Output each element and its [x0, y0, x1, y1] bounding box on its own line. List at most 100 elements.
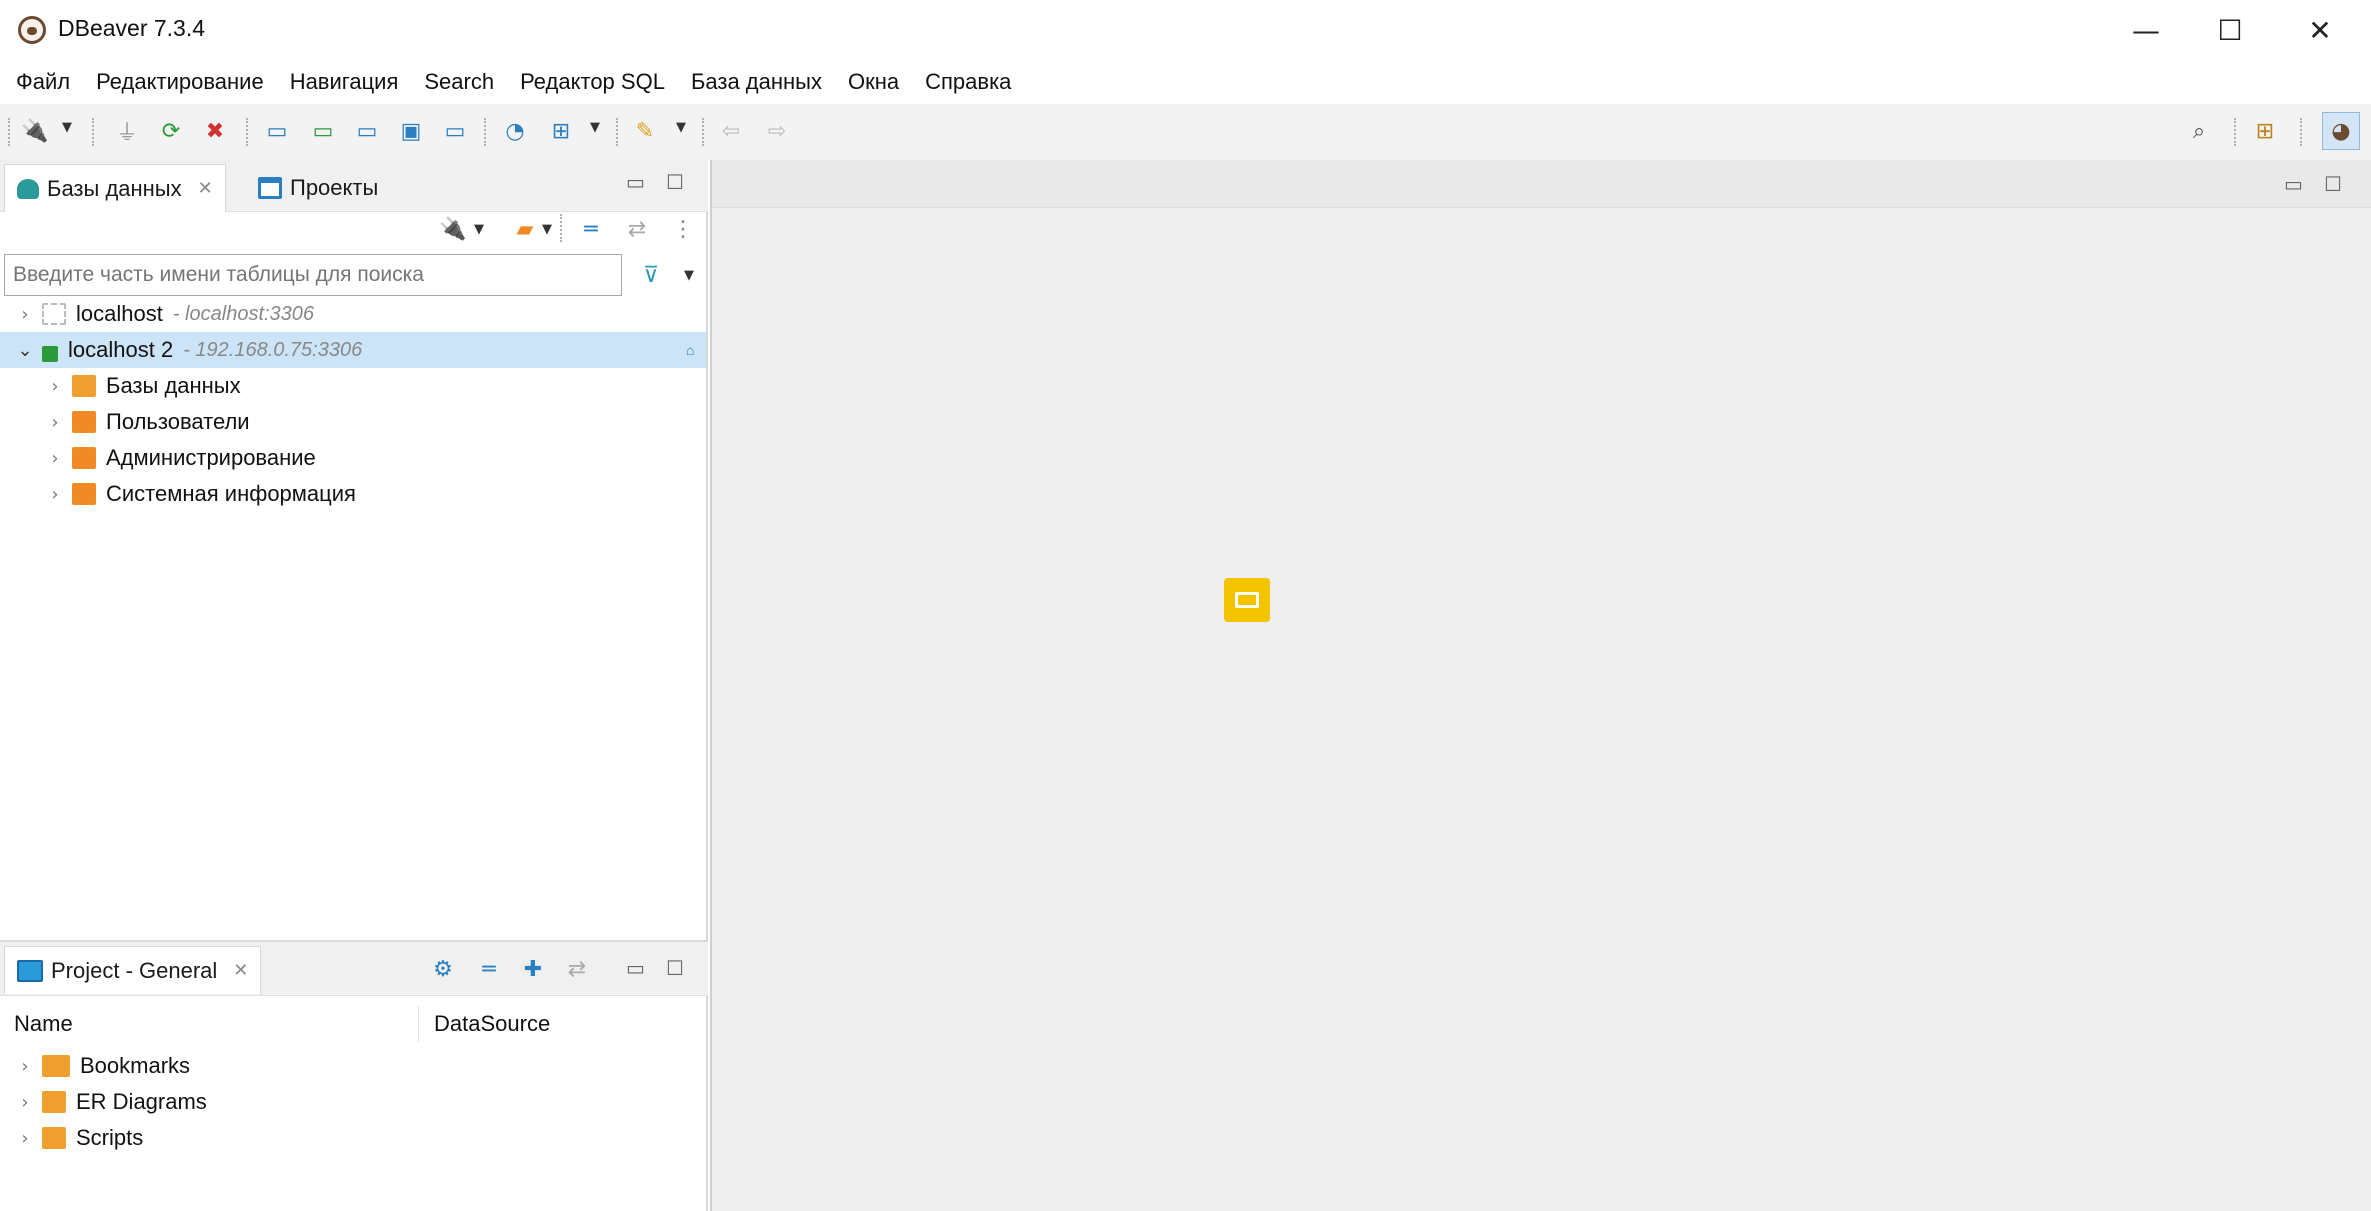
link-with-editor-icon[interactable]: ⇄ [562, 954, 592, 984]
admin-folder-icon [72, 447, 96, 469]
view-menu-icon[interactable]: ⋮ [668, 214, 698, 244]
chevron-down-icon[interactable]: ▼ [676, 120, 686, 135]
chevron-right-icon[interactable]: › [14, 1092, 36, 1113]
collapse-all-icon[interactable]: ═ [576, 214, 606, 244]
open-sql-script-icon[interactable]: ▭ [308, 116, 338, 146]
menu-window[interactable]: Окна [848, 69, 899, 95]
maximize-panel-icon[interactable]: ☐ [2324, 172, 2342, 196]
tab-databases-label: Базы данных [47, 175, 182, 201]
column-header-datasource[interactable]: DataSource [434, 1004, 550, 1044]
filter-icon[interactable]: ⊽ [636, 260, 666, 290]
project-icon [17, 959, 43, 982]
tree-node-localhost-2[interactable]: ⌄ localhost 2 - 192.168.0.75:3306 ⌂ [0, 332, 706, 368]
close-icon[interactable]: ✕ [198, 178, 213, 199]
chevron-right-icon[interactable]: › [44, 448, 66, 469]
link-with-editor-icon[interactable]: ⇄ [622, 214, 652, 244]
new-sql-script-icon[interactable]: ▭ [352, 116, 382, 146]
main-toolbar: 🔌 ▼ ⏚ ⟳ ✖ ▭ ▭ ▭ ▣ ▭ ◔ ⊞ ▼ ✎ ▼ ⇦ ⇨ ⌕ ⊞ ◕ [0, 104, 2371, 160]
tree-node-system-info[interactable]: › Системная информация [0, 476, 706, 512]
database-icon [17, 178, 39, 199]
new-connection-icon[interactable]: 🔌 [438, 214, 468, 244]
connected-icon [42, 346, 58, 362]
bookmarks-folder-icon [42, 1055, 70, 1077]
menu-sql-editor[interactable]: Редактор SQL [520, 69, 665, 95]
dashboard-icon[interactable]: ◔ [500, 116, 530, 146]
new-folder-icon[interactable]: ▰ [510, 214, 540, 244]
maximize-button[interactable]: ☐ [2188, 0, 2272, 60]
maximize-panel-icon[interactable]: ☐ [666, 170, 684, 194]
dbeaver-perspective-icon[interactable]: ◕ [2322, 112, 2360, 150]
minimize-button[interactable]: — [2104, 0, 2188, 60]
minimize-panel-icon[interactable]: ▭ [626, 170, 645, 194]
close-button[interactable]: ✕ [2278, 0, 2362, 60]
node-label: Администрирование [106, 445, 316, 470]
connection-host: - localhost:3306 [172, 302, 315, 325]
disconnect-icon[interactable]: ⏚ [112, 116, 142, 146]
settings-icon[interactable]: ⚙ [428, 954, 458, 984]
minimize-panel-icon[interactable]: ▭ [626, 956, 645, 980]
navigator-tab-strip: Базы данных ✕ Проекты ▭ ☐ [0, 160, 708, 212]
system-info-folder-icon [72, 483, 96, 505]
table-search-input[interactable] [4, 254, 622, 296]
back-icon[interactable]: ⇦ [716, 116, 746, 146]
disconnect-all-icon[interactable]: ✖ [200, 116, 230, 146]
maximize-panel-icon[interactable]: ☐ [666, 956, 684, 980]
column-header-name[interactable]: Name [14, 1004, 73, 1044]
menu-edit[interactable]: Редактирование [96, 69, 264, 95]
chevron-down-icon[interactable]: ▼ [62, 120, 72, 135]
chevron-down-icon[interactable]: ▼ [684, 268, 694, 283]
chevron-right-icon[interactable]: › [14, 304, 36, 325]
tools-icon[interactable]: ✎ [630, 116, 660, 146]
menu-navigate[interactable]: Навигация [290, 69, 399, 95]
minimize-panel-icon[interactable]: ▭ [2284, 172, 2303, 196]
search-icon[interactable]: ⌕ [2184, 116, 2214, 146]
close-icon[interactable]: ✕ [233, 960, 248, 981]
connection-icon [42, 303, 66, 325]
chevron-down-icon[interactable]: ▼ [590, 120, 600, 135]
tab-projects[interactable]: Проекты [246, 164, 390, 212]
tab-project-label: Project - General [51, 957, 218, 983]
window-title: DBeaver 7.3.4 [58, 15, 206, 41]
chevron-down-icon[interactable]: ▼ [542, 222, 552, 237]
tree-node-localhost[interactable]: › localhost - localhost:3306 [0, 296, 706, 332]
expand-all-icon[interactable]: ✚ [518, 954, 548, 984]
chevron-right-icon[interactable]: › [44, 412, 66, 433]
perspective-icon[interactable]: ⊞ [2250, 116, 2280, 146]
sql-console-icon[interactable]: ▣ [396, 116, 426, 146]
er-diagrams-folder-icon [42, 1091, 66, 1113]
menu-bar: Файл Редактирование Навигация Search Ред… [0, 62, 2371, 102]
editor-tab-strip: ▭ ☐ [712, 160, 2371, 208]
tab-project-general[interactable]: Project - General ✕ [4, 946, 262, 994]
new-connection-icon[interactable]: 🔌 [20, 116, 50, 146]
project-item-label: Scripts [76, 1125, 144, 1150]
menu-search[interactable]: Search [424, 69, 494, 95]
sql-editor-icon[interactable]: ▭ [262, 116, 292, 146]
chevron-right-icon[interactable]: › [44, 484, 66, 505]
reconnect-icon[interactable]: ⟳ [156, 116, 186, 146]
tree-node-databases[interactable]: › Базы данных [0, 368, 706, 404]
chevron-down-icon[interactable]: ▼ [474, 222, 484, 237]
chevron-right-icon[interactable]: › [44, 376, 66, 397]
connection-label: localhost 2 [68, 337, 174, 362]
chevron-right-icon[interactable]: › [14, 1056, 36, 1077]
project-item-scripts[interactable]: › Scripts [0, 1120, 700, 1156]
dbeaver-logo-icon [18, 16, 46, 44]
project-item-bookmarks[interactable]: › Bookmarks [0, 1048, 700, 1084]
chevron-right-icon[interactable]: › [14, 1128, 36, 1149]
menu-file[interactable]: Файл [16, 69, 70, 95]
project-item-er-diagrams[interactable]: › ER Diagrams [0, 1084, 700, 1120]
tree-node-users[interactable]: › Пользователи [0, 404, 706, 440]
tab-databases[interactable]: Базы данных ✕ [4, 164, 226, 212]
tree-node-administration[interactable]: › Администрирование [0, 440, 706, 476]
project-item-label: Bookmarks [80, 1053, 191, 1078]
node-label: Системная информация [106, 481, 356, 506]
forward-icon[interactable]: ⇨ [762, 116, 792, 146]
network-icon[interactable]: ⊞ [546, 116, 576, 146]
collapse-all-icon[interactable]: ═ [474, 954, 504, 984]
notification-icon[interactable] [1224, 578, 1270, 622]
menu-database[interactable]: База данных [691, 69, 822, 95]
chevron-down-icon[interactable]: ⌄ [14, 340, 36, 361]
menu-help[interactable]: Справка [925, 69, 1011, 95]
recent-script-icon[interactable]: ▭ [440, 116, 470, 146]
node-label: Пользователи [106, 409, 250, 434]
